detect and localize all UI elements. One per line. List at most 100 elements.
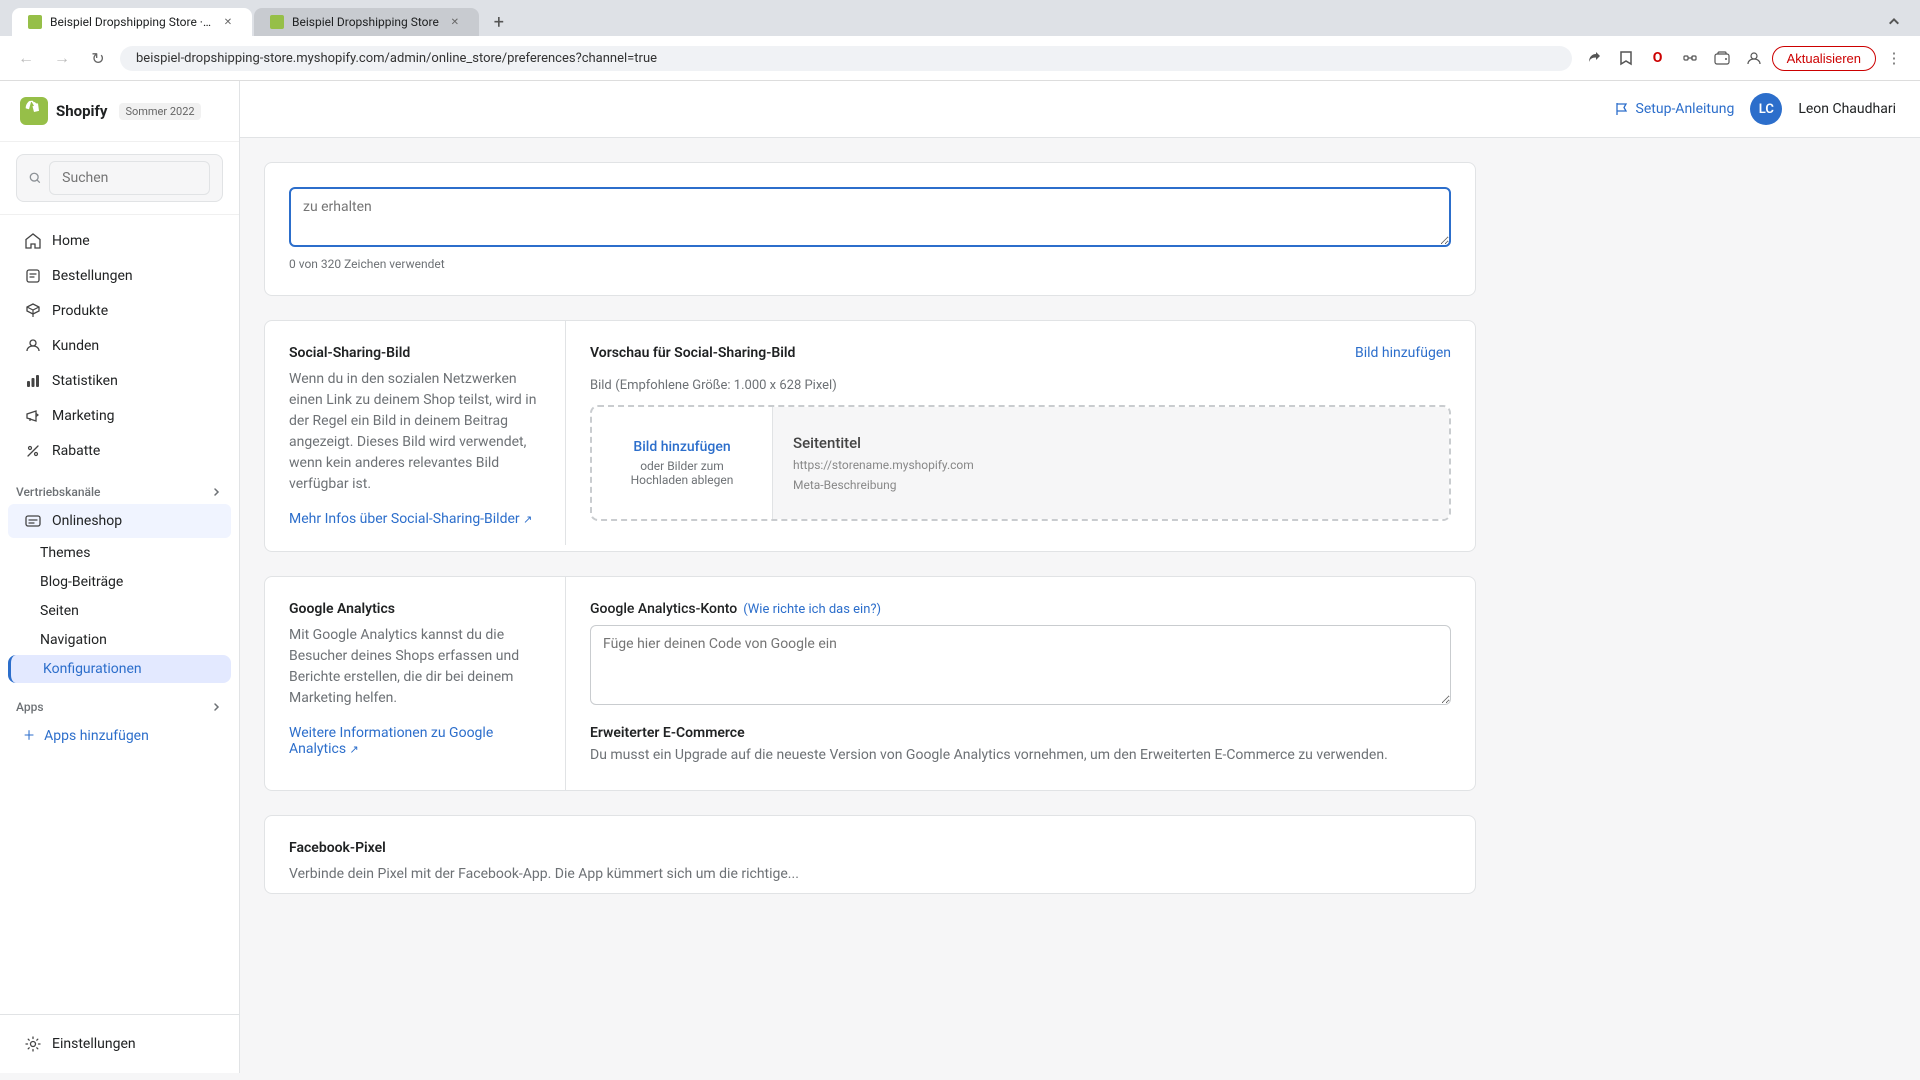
ecommerce-desc: Du musst ein Upgrade auf die neueste Ver… <box>590 745 1451 766</box>
new-tab-button[interactable]: + <box>485 8 513 36</box>
sidebar-item-settings[interactable]: Einstellungen <box>16 1027 223 1061</box>
flag-icon <box>1614 101 1630 117</box>
sales-channels-header[interactable]: Vertriebskanäle <box>16 485 223 499</box>
image-size-hint: (Empfohlene Größe: 1.000 x 628 Pixel) <box>615 378 837 393</box>
back-button[interactable]: ← <box>12 44 40 72</box>
sidebar-item-marketing[interactable]: Marketing <box>8 399 231 433</box>
sidebar-item-discounts-label: Rabatte <box>52 443 100 459</box>
sidebar-item-discounts[interactable]: Rabatte <box>8 434 231 468</box>
analytics-code-input[interactable] <box>590 625 1451 705</box>
customers-icon <box>24 337 42 355</box>
chevron-right-icon <box>211 486 223 498</box>
social-sharing-layout: Social-Sharing-Bild Wenn du in den sozia… <box>265 321 1475 551</box>
browser-tab-active[interactable]: Beispiel Dropshipping Store ·... ✕ <box>12 8 252 36</box>
address-bar[interactable]: beispiel-dropshipping-store.myshopify.co… <box>120 46 1572 71</box>
sidebar-item-analytics[interactable]: Statistiken <box>8 364 231 398</box>
social-sharing-link[interactable]: Mehr Infos über Social-Sharing-Bilder ↗ <box>289 511 532 527</box>
user-icon[interactable] <box>1740 44 1768 72</box>
analytics-how-to-link[interactable]: (Wie richte ich das ein?) <box>743 602 881 617</box>
more-options-icon[interactable]: ⋮ <box>1880 44 1908 72</box>
forward-button[interactable]: → <box>48 44 76 72</box>
tab-close-active[interactable]: ✕ <box>220 14 236 30</box>
main-content: Setup-Anleitung LC Leon Chaudhari 0 von … <box>240 81 1920 1073</box>
sidebar-blog-label: Blog-Beiträge <box>40 574 123 590</box>
sidebar-item-navigation[interactable]: Navigation <box>8 626 231 654</box>
extension-icon[interactable] <box>1676 44 1704 72</box>
tab-favicon <box>28 15 42 29</box>
analytics-icon <box>24 372 42 390</box>
sidebar-item-blog[interactable]: Blog-Beiträge <box>8 568 231 596</box>
tab-favicon-2 <box>270 15 284 29</box>
apps-label: Apps <box>16 700 44 714</box>
shopify-logo: Shopify Sommer 2022 <box>20 97 201 125</box>
search-icon <box>29 171 41 185</box>
shopify-label: Shopify <box>56 102 107 120</box>
products-icon <box>24 302 42 320</box>
sidebar-item-home-label: Home <box>52 233 90 249</box>
sidebar-header: Shopify Sommer 2022 <box>0 81 239 142</box>
search-input[interactable] <box>49 161 210 195</box>
apps-header[interactable]: Apps <box>16 700 223 714</box>
bookmark-icon[interactable] <box>1612 44 1640 72</box>
add-icon: + <box>24 727 34 745</box>
tab-close-inactive[interactable]: ✕ <box>447 14 463 30</box>
sidebar-item-customers[interactable]: Kunden <box>8 329 231 363</box>
wallet-icon[interactable] <box>1708 44 1736 72</box>
upload-button[interactable]: Bild hinzufügen <box>633 439 730 455</box>
update-button[interactable]: Aktualisieren <box>1772 46 1876 71</box>
discounts-icon <box>24 442 42 460</box>
user-avatar[interactable]: LC <box>1750 93 1782 125</box>
preview-card-desc: Meta-Beschreibung <box>793 478 1429 492</box>
preview-card-title: Seitentitel <box>793 434 1429 452</box>
analytics-external-icon: ↗ <box>350 743 359 756</box>
analytics-left: Google Analytics Mit Google Analytics ka… <box>265 577 565 781</box>
browser-tabs: Beispiel Dropshipping Store ·... ✕ Beisp… <box>12 8 1908 36</box>
app-layout: Shopify Sommer 2022 Home <box>0 81 1920 1073</box>
shopify-icon <box>20 97 48 125</box>
add-image-link[interactable]: Bild hinzufügen <box>1355 345 1451 361</box>
sidebar-item-products[interactable]: Produkte <box>8 294 231 328</box>
sidebar-item-add-apps[interactable]: + Apps hinzufügen <box>8 719 231 753</box>
meta-desc-textarea[interactable] <box>289 187 1451 247</box>
reload-button[interactable]: ↻ <box>84 44 112 72</box>
external-link-icon: ↗ <box>523 513 532 526</box>
home-icon <box>24 232 42 250</box>
social-sharing-right: Vorschau für Social-Sharing-Bild Bild hi… <box>565 321 1475 545</box>
content-area: 0 von 320 Zeichen verwendet Social-Shari… <box>240 138 1500 942</box>
share-icon[interactable] <box>1580 44 1608 72</box>
address-text: beispiel-dropshipping-store.myshopify.co… <box>136 51 657 66</box>
setup-link[interactable]: Setup-Anleitung <box>1614 101 1735 117</box>
sidebar-item-orders[interactable]: Bestellungen <box>8 259 231 293</box>
marketing-icon <box>24 407 42 425</box>
settings-icon <box>24 1035 42 1053</box>
sidebar-item-onlineshop[interactable]: Onlineshop <box>8 504 231 538</box>
toolbar-actions: O Aktualisieren ⋮ <box>1580 44 1908 72</box>
meta-desc-content: 0 von 320 Zeichen verwendet <box>265 163 1475 295</box>
preview-card-url: https://storename.myshopify.com <box>793 458 1429 472</box>
sidebar-item-home[interactable]: Home <box>8 224 231 258</box>
sidebar: Shopify Sommer 2022 Home <box>0 81 240 1073</box>
sidebar-search[interactable] <box>0 142 239 215</box>
preview-title: Vorschau für Social-Sharing-Bild <box>590 345 795 361</box>
add-apps-label: Apps hinzufügen <box>44 728 149 744</box>
tab-overflow-button[interactable] <box>1880 8 1908 36</box>
upload-drop-zone[interactable]: Bild hinzufügen oder Bilder zum Hochlade… <box>592 407 772 519</box>
social-sharing-title: Social-Sharing-Bild <box>289 345 541 361</box>
facebook-pixel-title: Facebook-Pixel <box>289 840 1451 856</box>
sidebar-item-analytics-label: Statistiken <box>52 373 118 389</box>
analytics-link[interactable]: Weitere Informationen zu Google Analytic… <box>289 725 493 757</box>
sidebar-onlineshop-label: Onlineshop <box>52 513 122 529</box>
sales-channels-section: Vertriebskanäle <box>0 469 239 503</box>
analytics-field-label: Google Analytics-Konto (Wie richte ich d… <box>590 601 1451 617</box>
search-box[interactable] <box>16 154 223 202</box>
sidebar-item-konfigurationen[interactable]: Konfigurationen <box>8 655 231 683</box>
sidebar-nav: Home Bestellungen Produkte Kunden <box>0 215 239 1014</box>
sidebar-item-themes[interactable]: Themes <box>8 539 231 567</box>
upload-area: Bild hinzufügen oder Bilder zum Hochlade… <box>590 405 1451 521</box>
sidebar-item-orders-label: Bestellungen <box>52 268 133 284</box>
browser-tab-inactive[interactable]: Beispiel Dropshipping Store ✕ <box>254 8 479 36</box>
opera-icon[interactable]: O <box>1644 44 1672 72</box>
sidebar-item-pages[interactable]: Seiten <box>8 597 231 625</box>
orders-icon <box>24 267 42 285</box>
setup-label: Setup-Anleitung <box>1636 101 1735 117</box>
